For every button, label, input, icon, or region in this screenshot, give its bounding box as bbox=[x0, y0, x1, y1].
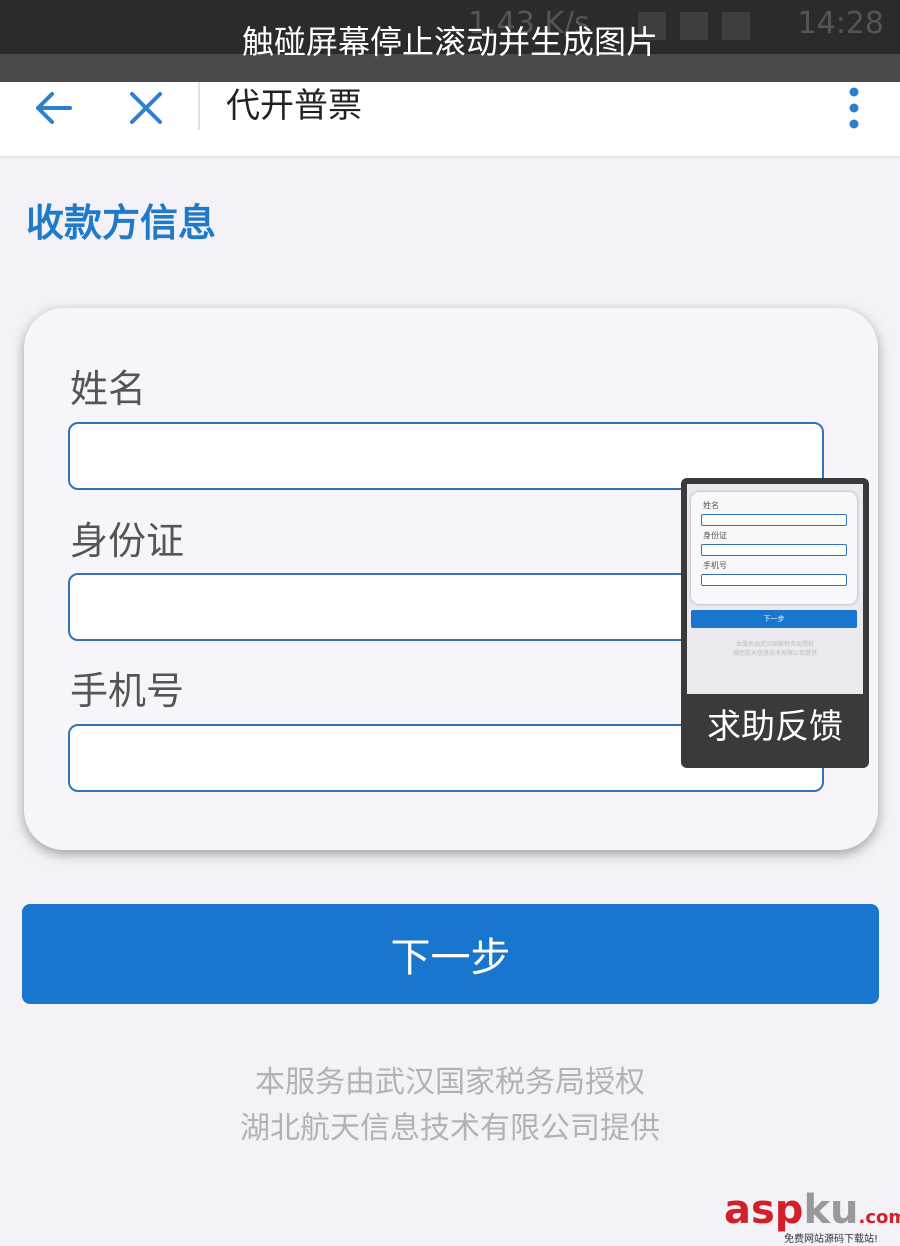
page-title: 代开普票 bbox=[226, 86, 362, 126]
nav-divider bbox=[198, 82, 200, 130]
thumbnail-button: 下一步 bbox=[691, 610, 857, 628]
feedback-label[interactable]: 求助反馈 bbox=[681, 702, 869, 752]
watermark-domain: .com bbox=[858, 1207, 900, 1228]
footer: 本服务由武汉国家税务局授权 湖北航天信息技术有限公司提供 bbox=[0, 1060, 900, 1152]
thumbnail-input bbox=[701, 514, 847, 526]
footer-line-2: 湖北航天信息技术有限公司提供 bbox=[240, 1111, 660, 1146]
watermark-main: asp bbox=[724, 1187, 804, 1233]
more-vertical-icon[interactable] bbox=[844, 86, 864, 130]
next-step-button[interactable]: 下一步 bbox=[22, 904, 879, 1004]
screenshot-thumbnail: 姓名 身份证 手机号 下一步 本服务由武汉国家税务局授权 湖北航天信息技术有限公… bbox=[687, 484, 863, 694]
thumbnail-label: 身份证 bbox=[703, 531, 727, 540]
name-label: 姓名 bbox=[70, 367, 147, 411]
thumbnail-input bbox=[701, 544, 847, 556]
thumbnail-label: 手机号 bbox=[703, 561, 727, 570]
close-icon[interactable] bbox=[124, 86, 168, 130]
thumbnail-form-card: 姓名 身份证 手机号 bbox=[691, 492, 857, 604]
thumbnail-footer-line: 湖北航天信息技术有限公司提供 bbox=[732, 650, 817, 657]
id-card-label: 身份证 bbox=[70, 519, 185, 563]
watermark-ku: ku bbox=[803, 1187, 859, 1233]
thumbnail-footer-line: 本服务由武汉国家税务局授权 bbox=[735, 641, 814, 648]
scroll-capture-banner[interactable]: 触碰屏幕停止滚动并生成图片 bbox=[0, 20, 900, 64]
footer-line-1: 本服务由武汉国家税务局授权 bbox=[255, 1065, 645, 1100]
feedback-widget[interactable]: 姓名 身份证 手机号 下一步 本服务由武汉国家税务局授权 湖北航天信息技术有限公… bbox=[681, 478, 869, 768]
watermark-logo: aspku.com 免费网站源码下载站! bbox=[724, 1187, 900, 1245]
arrow-left-icon[interactable] bbox=[32, 86, 76, 130]
section-title: 收款方信息 bbox=[26, 201, 217, 245]
watermark-subtitle: 免费网站源码下载站! bbox=[784, 1234, 879, 1245]
thumbnail-label: 姓名 bbox=[703, 501, 719, 510]
nav-bar: 代开普票 bbox=[0, 82, 900, 158]
thumbnail-input bbox=[701, 574, 847, 586]
thumbnail-footer: 本服务由武汉国家税务局授权 湖北航天信息技术有限公司提供 bbox=[687, 640, 863, 658]
phone-label: 手机号 bbox=[70, 669, 185, 713]
